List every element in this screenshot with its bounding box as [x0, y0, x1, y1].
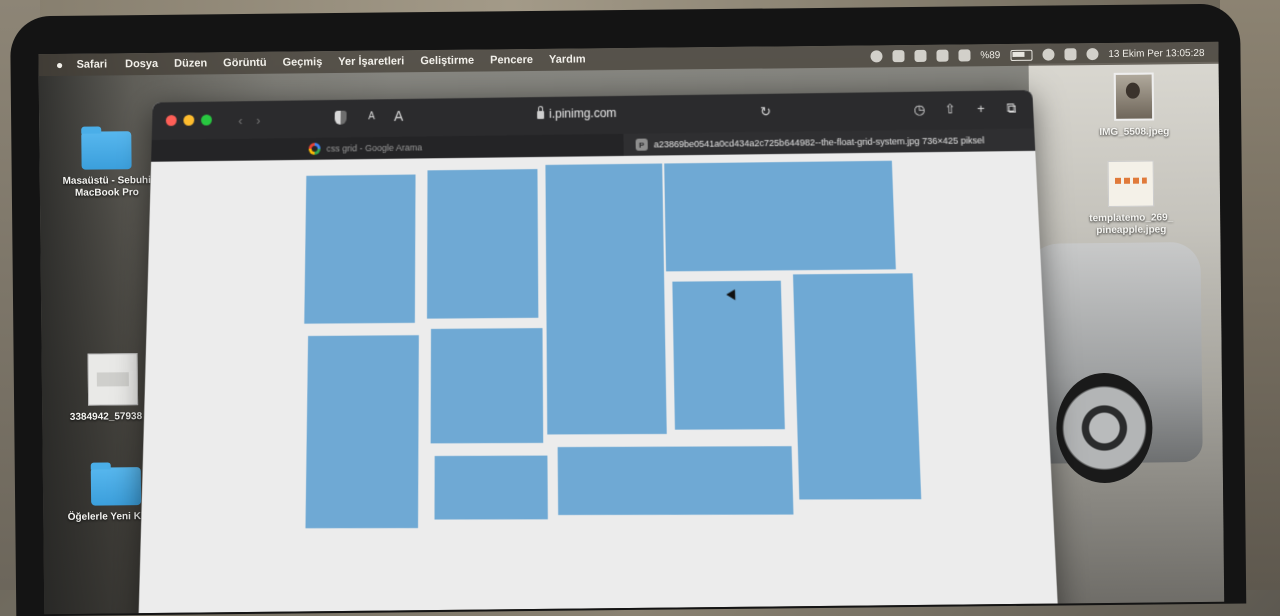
new-tab-icon[interactable]: + [973, 101, 988, 117]
address-bar[interactable]: i.pinimg.com [537, 106, 617, 121]
desktop-file-templatemo[interactable]: templatemo_269_ pineapple.jpeg [1076, 160, 1187, 237]
status-area: %89 13 Ekim Per 13:05:28 [870, 42, 1205, 67]
window-controls [165, 114, 212, 126]
share-icon[interactable]: ⇧ [943, 101, 958, 117]
notification-icon[interactable] [914, 49, 927, 62]
control-center-icon[interactable] [1064, 48, 1077, 61]
grid-block [430, 328, 544, 444]
wallpaper-car-wheel [1055, 372, 1153, 484]
navigation-arrows: ‹ › [238, 113, 261, 128]
privacy-shield-icon[interactable] [334, 110, 347, 125]
forward-arrow-icon[interactable]: › [256, 113, 261, 128]
grid-block [672, 280, 785, 430]
desktop-icon-label: IMG_5508.jpeg [1099, 126, 1170, 139]
battery-percent: %89 [980, 49, 1001, 61]
grid-block [434, 455, 548, 520]
menu-gelistirme[interactable]: Geliştirme [420, 55, 474, 68]
grid-block [557, 446, 794, 516]
float-grid-image [301, 160, 924, 529]
fullscreen-window-button[interactable] [200, 114, 212, 126]
menu-dosya[interactable]: Dosya [125, 58, 158, 70]
grid-block [664, 160, 896, 272]
menu-gecmis[interactable]: Geçmiş [282, 56, 322, 68]
lock-icon [537, 110, 545, 119]
desktop-file-img-5508[interactable]: IMG_5508.jpeg [1079, 72, 1190, 139]
address-text: i.pinimg.com [549, 105, 617, 121]
status-app-icon[interactable] [870, 50, 883, 63]
folder-icon [81, 131, 132, 170]
laptop-screen: ● Safari Dosya Düzen Görüntü Geçmiş Yer … [38, 41, 1225, 615]
status-app-icon-2[interactable] [936, 49, 949, 62]
decrease-font-button[interactable]: A [368, 111, 375, 122]
safari-window: ‹ › A A i.pinimg.com ↻ ◷ ⇧ + ⧉ css grid … [138, 90, 1060, 615]
page-content [138, 150, 1060, 615]
tab-overview-icon[interactable]: ⧉ [1004, 100, 1019, 116]
toolbar-actions: ◷ ⇧ + ⧉ [912, 100, 1019, 118]
desktop-icon-label: Masaüstü - Sebuhi MacBook Pro [62, 174, 151, 199]
laptop-bezel: ● Safari Dosya Düzen Görüntü Geçmiş Yer … [10, 3, 1247, 616]
grid-block [305, 335, 419, 529]
increase-font-button[interactable]: A [394, 108, 403, 124]
menu-clock[interactable]: 13 Ekim Per 13:05:28 [1108, 47, 1204, 59]
menu-goruntu[interactable]: Görüntü [223, 57, 267, 69]
grid-block [426, 169, 539, 319]
menu-pencere[interactable]: Pencere [490, 54, 533, 66]
status-x-icon-2[interactable] [958, 49, 971, 62]
folder-icon [90, 467, 142, 506]
close-window-button[interactable] [165, 114, 177, 126]
wifi-icon[interactable] [1042, 48, 1055, 61]
grid-block [793, 273, 922, 500]
tab-title: a23869be0541a0cd434a2c725b644982--the-fl… [653, 135, 985, 150]
document-icon [87, 353, 139, 406]
menu-safari[interactable]: Safari [76, 58, 107, 70]
tab-title: css grid - Google Arama [326, 142, 423, 154]
battery-icon[interactable] [1010, 49, 1033, 61]
back-arrow-icon[interactable]: ‹ [238, 113, 243, 128]
desktop-icon-label: templatemo_269_ pineapple.jpeg [1089, 212, 1174, 237]
status-x-icon[interactable] [892, 50, 905, 63]
pinterest-icon: P [635, 138, 648, 151]
grid-block [545, 163, 667, 435]
reload-icon[interactable]: ↻ [760, 104, 771, 120]
template-image-icon [1107, 160, 1155, 207]
grid-block [304, 174, 416, 324]
photo-icon [1113, 72, 1155, 121]
apple-icon[interactable]: ● [52, 58, 66, 72]
menu-yer-isaretleri[interactable]: Yer İşaretleri [338, 55, 404, 68]
google-icon [308, 142, 321, 155]
desktop-folder-masaustu[interactable]: Masaüstü - Sebuhi MacBook Pro [51, 131, 162, 200]
menu-yardim[interactable]: Yardım [549, 53, 586, 65]
siri-icon[interactable] [1086, 48, 1099, 61]
menu-duzen[interactable]: Düzen [174, 57, 207, 69]
minimize-window-button[interactable] [183, 114, 195, 126]
downloads-icon[interactable]: ◷ [912, 102, 927, 118]
